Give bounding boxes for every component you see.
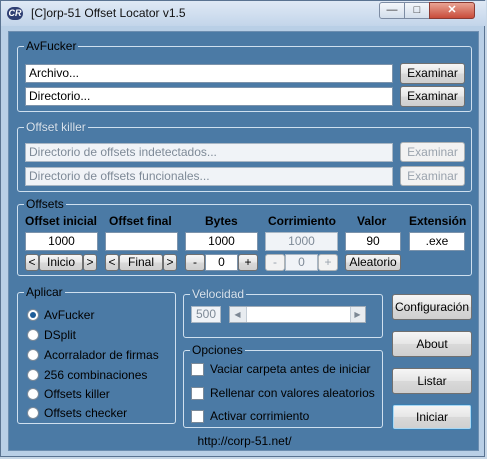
check-rellenar-aleatorios-label: Rellenar con valores aleatorios (210, 386, 375, 400)
bytes-minus-button[interactable]: - (185, 254, 205, 271)
title-bar[interactable]: CR [C]orp-51 Offset Locator v1.5 — □ ✕ (1, 1, 486, 26)
aplicar-group-title: Aplicar (24, 285, 65, 299)
app-icon: CR (7, 7, 23, 20)
final-button[interactable]: Final (119, 254, 163, 271)
radio-offsets-killer-label: Offsets killer (44, 387, 110, 401)
velocidad-scrollbar[interactable]: ◀ ▶ (229, 306, 366, 323)
directory-field[interactable]: Directorio... (25, 87, 393, 106)
window-title: [C]orp-51 Offset Locator v1.5 (31, 6, 186, 20)
velocidad-group-title: Velocidad (190, 287, 247, 301)
functional-offsets-field[interactable]: Directorio de offsets funcionales... (25, 167, 393, 186)
radio-avfucker-button[interactable] (27, 309, 39, 321)
check-activar-corrimiento-box[interactable] (191, 410, 204, 423)
inicio-prev-button[interactable]: < (25, 254, 39, 271)
offset-inicial-field[interactable]: 1000 (25, 232, 98, 251)
scroll-right-arrow-icon[interactable]: ▶ (350, 307, 365, 322)
final-next-button[interactable]: > (163, 254, 177, 271)
header-bytes: Bytes (205, 214, 238, 228)
header-extension: Extensión (409, 214, 467, 228)
scroll-thumb[interactable] (246, 307, 351, 322)
close-button[interactable]: ✕ (429, 2, 475, 19)
offsets-group-title: Offsets (24, 197, 66, 211)
undetected-offsets-field[interactable]: Directorio de offsets indetectados... (25, 143, 393, 162)
velocidad-value-field[interactable]: 500 (191, 306, 221, 323)
header-corrimiento: Corrimiento (268, 214, 337, 228)
radio-offsets-checker-button[interactable] (27, 407, 39, 419)
bytes-plus-button[interactable]: + (238, 254, 258, 271)
radio-256-combinaciones-button[interactable] (27, 369, 39, 381)
corrimiento-plus-button[interactable]: + (318, 254, 338, 271)
radio-256-combinaciones-label: 256 combinaciones (44, 368, 148, 382)
radio-avfucker-label: AvFucker (44, 308, 95, 322)
browse-functional-button[interactable]: Examinar (400, 166, 465, 186)
header-valor: Valor (357, 214, 387, 228)
check-vaciar-carpeta-box[interactable] (191, 363, 204, 376)
website-link[interactable]: http://corp-51.net/ (9, 434, 480, 448)
listar-button[interactable]: Listar (392, 368, 472, 394)
bytes-step-field[interactable]: 0 (205, 254, 238, 271)
radio-offsets-killer-button[interactable] (27, 388, 39, 400)
minimize-button[interactable]: — (379, 2, 405, 19)
scroll-left-arrow-icon[interactable]: ◀ (230, 307, 245, 322)
inicio-next-button[interactable]: > (83, 254, 97, 271)
radio-offsets-checker-label: Offsets checker (44, 406, 128, 420)
header-offset-inicial: Offset inicial (25, 214, 98, 228)
bytes-field[interactable]: 1000 (185, 232, 258, 251)
opciones-group-title: Opciones (190, 343, 245, 357)
iniciar-button[interactable]: Iniciar (392, 404, 472, 430)
avfucker-group-title: AvFucker (24, 39, 79, 53)
check-rellenar-aleatorios-box[interactable] (191, 387, 204, 400)
maximize-button[interactable]: □ (404, 2, 430, 19)
client-area: AvFucker Archivo... Examinar Directorio.… (8, 31, 479, 451)
corrimiento-minus-button[interactable]: - (265, 254, 285, 271)
file-path-field[interactable]: Archivo... (25, 64, 393, 83)
check-activar-corrimiento-label: Activar corrimiento (210, 409, 310, 423)
inicio-button[interactable]: Inicio (39, 254, 83, 271)
radio-acorralador-button[interactable] (27, 349, 39, 361)
final-prev-button[interactable]: < (105, 254, 119, 271)
browse-directory-button[interactable]: Examinar (400, 86, 465, 107)
corrimiento-field[interactable]: 1000 (265, 232, 338, 251)
browse-undetected-button[interactable]: Examinar (400, 142, 465, 162)
check-vaciar-carpeta-label: Vaciar carpeta antes de iniciar (210, 362, 371, 376)
browse-file-button[interactable]: Examinar (400, 63, 465, 84)
offset-killer-group-title: Offset killer (24, 120, 88, 134)
configuracion-button[interactable]: Configuración (392, 294, 472, 320)
about-button[interactable]: About (392, 331, 472, 357)
header-offset-final: Offset final (109, 214, 172, 228)
main-window: CR [C]orp-51 Offset Locator v1.5 — □ ✕ A… (0, 0, 486, 457)
extension-field[interactable]: .exe (409, 232, 465, 251)
radio-dsplit-button[interactable] (27, 329, 39, 341)
radio-dsplit-label: DSplit (44, 328, 77, 342)
offset-final-field[interactable] (105, 232, 178, 251)
aleatorio-button[interactable]: Aleatorio (345, 254, 401, 271)
valor-field[interactable]: 90 (345, 232, 401, 251)
corrimiento-step-field[interactable]: 0 (285, 254, 318, 271)
radio-acorralador-label: Acorralador de firmas (44, 348, 159, 362)
